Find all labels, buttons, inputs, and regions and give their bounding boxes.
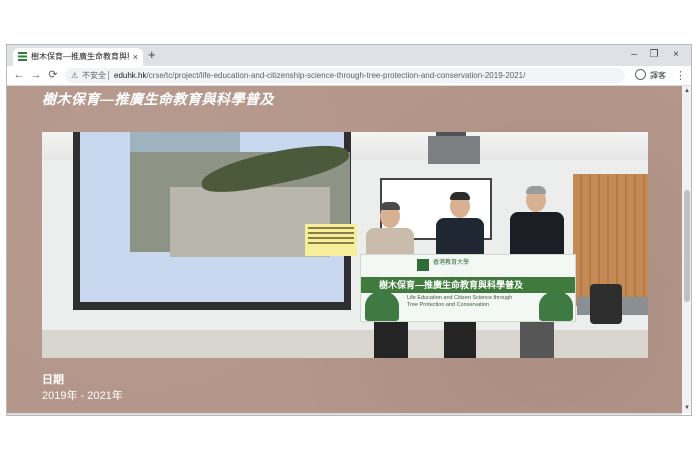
url-text[interactable]: eduhk.hk/crse/tc/project/life-education-… (114, 68, 525, 83)
banner-tree-left (365, 291, 399, 321)
photo-floor (42, 330, 648, 358)
new-tab-button[interactable]: + (148, 47, 156, 63)
address-bar[interactable]: ⚠ 不安全 eduhk.hk/crse/tc/project/life-educ… (65, 68, 625, 83)
event-banner: 香港教育大學 樹木保育—推廣生命教育與科學普及 Life Education a… (360, 254, 576, 322)
projection-screen (80, 132, 357, 302)
tab-close-icon[interactable]: × (133, 48, 138, 66)
date-label: 日期 (42, 374, 64, 386)
date-value: 2019年 - 2021年 (42, 390, 123, 402)
eduhk-favicon-icon (18, 52, 27, 61)
scroll-up-icon[interactable]: ▲ (682, 86, 691, 96)
vertical-scrollbar[interactable]: ▲ ▼ (682, 86, 691, 413)
close-window-button[interactable]: × (667, 47, 685, 63)
banner-tree-right (539, 291, 573, 321)
project-photo: 香港教育大學 樹木保育—推廣生命教育與科學普及 Life Education a… (42, 132, 648, 358)
tab-title: 樹木保育—推廣生命教育與科學普 (31, 52, 129, 61)
warning-icon[interactable]: ⚠ (71, 68, 78, 83)
projector (428, 136, 480, 164)
tab-active[interactable]: 樹木保育—推廣生命教育與科學普 × (13, 48, 143, 66)
menu-icon[interactable]: ⋮ (675, 66, 686, 86)
maximize-button[interactable]: ❐ (645, 47, 663, 63)
page-viewport: 樹木保育—推廣生命教育與科學普及 香港教育大學 樹木保育—推廣生命教育與科學普及… (7, 86, 682, 413)
security-status[interactable]: 不安全 (82, 68, 106, 83)
translate-button[interactable]: 譯客 (650, 66, 666, 86)
toolbar: ← → ⟳ ⚠ 不安全 eduhk.hk/crse/tc/project/lif… (7, 66, 691, 86)
eduhk-logo-icon (417, 259, 429, 271)
scroll-down-icon[interactable]: ▼ (682, 403, 691, 413)
banner-subtitle-1: Life Education and Citizen Science throu… (407, 295, 513, 301)
back-button[interactable]: ← (12, 68, 26, 83)
banner-logo-text: 香港教育大學 (433, 260, 470, 266)
page-title: 樹木保育—推廣生命教育與科學普及 (42, 91, 274, 107)
screen-note (305, 224, 357, 256)
omnibox-divider (108, 71, 109, 80)
chair (590, 284, 622, 324)
forward-button[interactable]: → (29, 68, 43, 83)
banner-title: 樹木保育—推廣生命教育與科學普及 (379, 280, 524, 290)
browser-window: 樹木保育—推廣生命教育與科學普 × + – ❐ × ← → ⟳ ⚠ 不安全 ed… (6, 44, 692, 416)
url-host: eduhk.hk (114, 71, 147, 80)
reload-button[interactable]: ⟳ (46, 68, 60, 83)
url-path: /crse/tc/project/life-education-and-citi… (146, 71, 526, 80)
tab-strip: 樹木保育—推廣生命教育與科學普 × + – ❐ × (7, 45, 691, 66)
minimize-button[interactable]: – (625, 47, 643, 63)
horizontal-scrollbar[interactable] (7, 413, 682, 415)
scrollbar-thumb[interactable] (684, 190, 690, 302)
banner-subtitle-2: Tree Protection and Conservation (407, 302, 490, 308)
account-icon[interactable] (635, 69, 646, 80)
